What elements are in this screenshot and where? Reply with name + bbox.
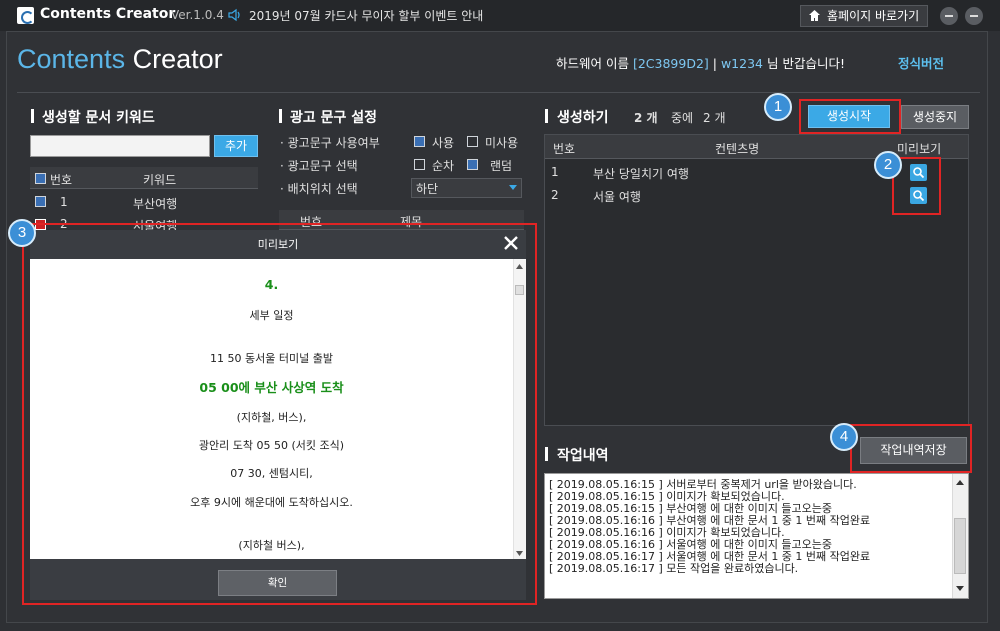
callout-badge-4: 4	[830, 423, 858, 451]
adcopy-use-label: · 광고문구 사용여부	[280, 136, 380, 150]
notice-text[interactable]: 2019년 07월 카드사 무이자 할부 이벤트 안내	[249, 7, 483, 24]
highlight-box-4	[850, 424, 972, 473]
count-mid: 중에	[671, 111, 694, 125]
hardware-info: 하드웨어 이름 [2C3899D2] | w1234 님 반갑습니다!	[556, 56, 845, 71]
content-title[interactable]: 부산 당일치기 여행	[593, 165, 689, 182]
no-use-checkbox[interactable]	[467, 136, 478, 147]
highlight-box-3	[22, 223, 537, 605]
keyword-row-checkbox[interactable]	[35, 196, 46, 207]
scroll-up-icon[interactable]	[956, 480, 964, 486]
adcopy-select-label: · 광고문구 선택	[280, 159, 358, 173]
done-count: 2 개	[703, 111, 726, 125]
minimize-button[interactable]	[940, 7, 958, 25]
edition-label: 정식버전	[898, 56, 945, 71]
keyword-input[interactable]	[30, 135, 210, 157]
gen-col-preview: 미리보기	[897, 142, 942, 156]
keywords-title: 생성할 문서 키워드	[42, 110, 155, 126]
keyword-num: 1	[60, 195, 68, 209]
close-window-button[interactable]	[965, 7, 983, 25]
use-off-label: 미사용	[485, 136, 519, 150]
col-keyword: 키워드	[143, 173, 177, 187]
section-marker	[279, 109, 282, 123]
chevron-down-icon	[509, 185, 517, 190]
col-num: 번호	[50, 173, 73, 187]
random-label: 랜덤	[490, 159, 513, 173]
random-checkbox[interactable]	[467, 159, 478, 170]
keyword-text: 부산여행	[133, 197, 178, 211]
worklog-title: 작업내역	[557, 448, 609, 464]
app-version: Ver.1.0.4	[171, 8, 224, 22]
callout-badge-3: 3	[8, 219, 36, 247]
use-on-label: 사용	[432, 136, 455, 150]
scroll-down-icon[interactable]	[956, 586, 964, 592]
select-all-checkbox[interactable]	[35, 173, 46, 184]
sequential-checkbox[interactable]	[414, 159, 425, 170]
section-marker	[545, 447, 548, 461]
brand-logo: Contents Creator	[17, 44, 223, 74]
app-logo-icon	[17, 7, 34, 24]
gen-col-title: 컨텐츠명	[715, 142, 760, 156]
worklog-text: [ 2019.08.05.16:15 ] 서버로부터 중복제거 url을 받아왔…	[544, 473, 969, 599]
highlight-box-1	[799, 99, 901, 134]
app-title: Contents Creator	[40, 6, 176, 22]
content-num: 2	[551, 188, 559, 202]
content-title[interactable]: 서울 여행	[593, 188, 641, 205]
position-label: · 배치위치 선택	[280, 182, 358, 196]
section-marker	[31, 109, 34, 123]
gen-col-num: 번호	[553, 142, 576, 156]
stop-generate-button[interactable]: 생성중지	[901, 105, 969, 129]
log-line: [ 2019.08.05.16:17 ] 모든 작업을 완료하였습니다.	[549, 562, 799, 575]
speaker-icon	[228, 8, 240, 22]
home-icon	[809, 10, 820, 21]
add-keyword-button[interactable]: 추가	[214, 135, 258, 157]
use-checkbox[interactable]	[414, 136, 425, 147]
position-value: 하단	[416, 182, 439, 196]
section-marker	[545, 109, 548, 123]
callout-badge-2: 2	[874, 151, 902, 179]
sequential-label: 순차	[432, 159, 455, 173]
app-window: Contents Creator Ver.1.0.4 2019년 07월 카드사…	[0, 0, 1000, 631]
adcopy-title: 광고 문구 설정	[290, 110, 378, 126]
log-scroll-thumb[interactable]	[954, 518, 966, 574]
callout-badge-1: 1	[764, 93, 792, 121]
content-num: 1	[551, 165, 559, 179]
generate-title: 생성하기	[557, 110, 609, 126]
total-count: 2 개	[634, 111, 658, 125]
header-divider	[17, 92, 980, 93]
